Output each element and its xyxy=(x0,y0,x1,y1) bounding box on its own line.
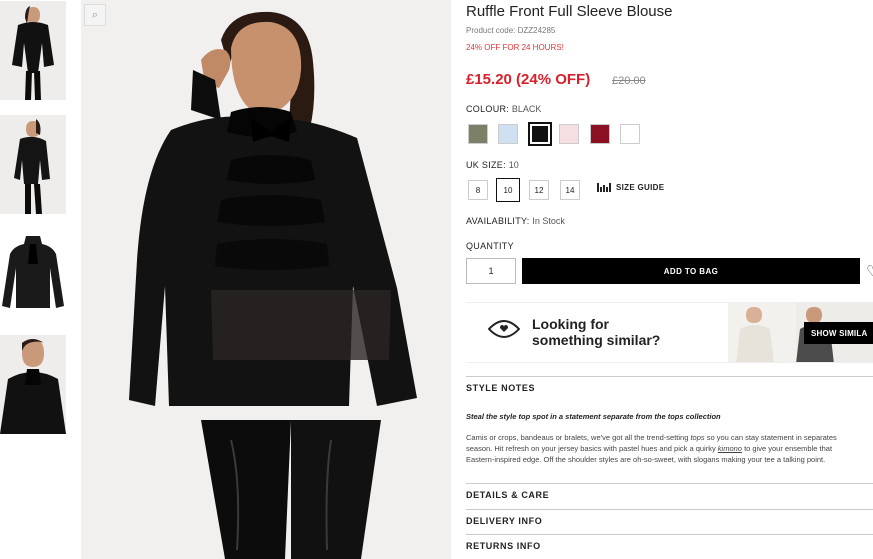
details-care-heading: DETAILS & CARE xyxy=(466,490,550,500)
colour-label-row: COLOUR: BLACK xyxy=(466,104,541,114)
thumbnail-closeup[interactable] xyxy=(0,335,66,434)
style-notes-line-3: Eastern-inspired edge. Off the shoulder … xyxy=(466,455,826,464)
similar-line2: something similar? xyxy=(532,332,661,348)
swatch-black[interactable] xyxy=(528,122,552,146)
thumbnail-side[interactable] xyxy=(0,115,66,214)
availability-value: In Stock xyxy=(532,216,565,226)
tops-link[interactable]: tops xyxy=(690,433,704,442)
show-similar-button[interactable]: SHOW SIMILA xyxy=(804,322,873,344)
availability-row: AVAILABILITY: In Stock xyxy=(466,216,565,226)
similar-items-banner[interactable]: Looking for something similar? SHOW SIMI… xyxy=(466,302,873,363)
size-option-8[interactable]: 8 xyxy=(468,180,488,200)
style-notes-line-2: season. Hit refresh on your jersey basic… xyxy=(466,444,833,453)
style-notes-section[interactable]: STYLE NOTES xyxy=(466,376,873,404)
product-code: Product code: DZZ24285 xyxy=(466,26,556,35)
returns-info-heading: RETURNS INFO xyxy=(466,541,541,551)
size-guide-link[interactable]: SIZE GUIDE xyxy=(597,183,664,192)
product-details-panel: Ruffle Front Full Sleeve Blouse Product … xyxy=(466,0,873,559)
availability-label: AVAILABILITY: xyxy=(466,216,530,226)
size-guide-label: SIZE GUIDE xyxy=(616,183,665,192)
style-notes-lead: Steal the style top spot in a statement … xyxy=(466,412,721,421)
colour-label: COLOUR: xyxy=(466,104,510,114)
style-notes-line-1: Camis or crops, bandeaus or bralets, we'… xyxy=(466,433,837,442)
returns-info-section[interactable]: RETURNS INFO xyxy=(466,534,873,559)
swatch-light-blue[interactable] xyxy=(498,124,518,144)
delivery-info-section[interactable]: DELIVERY INFO xyxy=(466,509,873,534)
swatch-pink[interactable] xyxy=(559,124,579,144)
product-title: Ruffle Front Full Sleeve Blouse xyxy=(466,3,673,20)
ruler-icon xyxy=(597,183,611,192)
sale-price: £15.20 (24% OFF) xyxy=(466,71,591,88)
quantity-label: QUANTITY xyxy=(466,241,514,251)
quantity-input[interactable]: 1 xyxy=(466,258,516,284)
thumbnail-front[interactable] xyxy=(0,1,66,100)
size-option-12[interactable]: 12 xyxy=(529,180,549,200)
size-value: 10 xyxy=(508,160,519,170)
similar-photo-1 xyxy=(728,303,798,362)
swatch-burgundy[interactable] xyxy=(590,124,610,144)
delivery-info-heading: DELIVERY INFO xyxy=(466,516,543,526)
swatch-khaki[interactable] xyxy=(468,124,488,144)
original-price: £20.00 xyxy=(612,75,646,87)
similar-line1: Looking for xyxy=(532,316,609,332)
promo-text: 24% OFF FOR 24 HOURS! xyxy=(466,43,564,52)
size-label-row: UK SIZE: 10 xyxy=(466,160,519,170)
size-label: UK SIZE: xyxy=(466,160,506,170)
similar-text: Looking for something similar? xyxy=(532,316,660,348)
style-notes-heading: STYLE NOTES xyxy=(466,383,536,393)
thumbnail-flat-lay[interactable] xyxy=(0,230,66,329)
heart-icon[interactable]: ♡ xyxy=(866,262,873,280)
size-option-10[interactable]: 10 xyxy=(496,178,520,202)
style-notes-body: Camis or crops, bandeaus or bralets, we'… xyxy=(466,432,873,465)
zoom-icon[interactable]: ⌕ xyxy=(84,4,106,26)
details-care-section[interactable]: DETAILS & CARE xyxy=(466,483,873,509)
colour-value: BLACK xyxy=(511,104,542,114)
size-option-14[interactable]: 14 xyxy=(560,180,580,200)
eye-icon xyxy=(488,320,520,338)
kimono-link[interactable]: kimono xyxy=(718,444,742,453)
swatch-white[interactable] xyxy=(620,124,640,144)
add-to-bag-button[interactable]: ADD TO BAG xyxy=(522,258,860,284)
main-product-image[interactable]: ⌕ xyxy=(81,0,451,559)
